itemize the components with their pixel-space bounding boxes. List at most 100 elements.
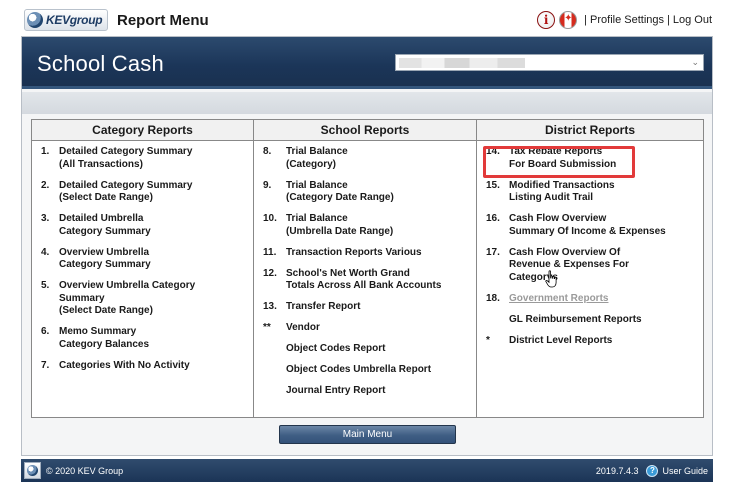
- report-number: 11.: [263, 246, 277, 258]
- report-label[interactable]: Modified Transactions Listing Audit Trai…: [509, 180, 615, 205]
- report-number: 1.: [41, 146, 50, 157]
- report-number: 4.: [41, 246, 50, 258]
- report-label[interactable]: Memo Summary Category Balances: [59, 326, 149, 351]
- separator: |: [584, 14, 588, 26]
- report-number: [263, 385, 286, 398]
- report-item[interactable]: 7. Categories With No Activity: [32, 360, 253, 373]
- report-item[interactable]: 4. Overview Umbrella Category Summary: [32, 247, 253, 272]
- report-number: 10.: [263, 213, 277, 224]
- school-report-list: 8. Trial Balance (Category) 9. Trial Balan…: [254, 141, 476, 398]
- main-menu-button[interactable]: Main Menu: [279, 425, 456, 444]
- footer: © 2020 KEV Group 2019.7.4.3 ? User Guide: [21, 459, 713, 482]
- report-label[interactable]: Trial Balance (Category Date Range): [286, 180, 394, 205]
- report-item[interactable]: 14. Tax Rebate Reports For Board Submissi…: [477, 146, 703, 171]
- report-number: 13.: [263, 301, 277, 312]
- report-item[interactable]: 13. Transfer Report: [254, 301, 476, 314]
- report-number: 18.: [486, 292, 500, 304]
- category-report-list: 1. Detailed Category Summary (All Transac…: [32, 141, 253, 372]
- page-title: Report Menu: [117, 12, 209, 29]
- report-label[interactable]: Overview Umbrella Category Summary (Sele…: [59, 280, 195, 318]
- report-label[interactable]: Trial Balance (Category): [286, 146, 348, 171]
- report-item[interactable]: 16. Cash Flow Overview Summary Of Income …: [477, 213, 703, 238]
- report-item[interactable]: 5. Overview Umbrella Category Summary (Se…: [32, 280, 253, 318]
- report-item[interactable]: 9. Trial Balance (Category Date Range): [254, 180, 476, 205]
- school-reports-header: School Reports: [254, 120, 476, 141]
- report-number: *: [486, 334, 490, 346]
- profile-settings-link[interactable]: Profile Settings: [590, 14, 664, 26]
- report-label[interactable]: Tax Rebate Reports For Board Submission: [509, 146, 616, 171]
- report-label[interactable]: Detailed Category Summary (All Transacti…: [59, 146, 192, 171]
- report-label[interactable]: GL Reimbursement Reports: [509, 314, 642, 327]
- report-label[interactable]: Journal Entry Report: [286, 385, 385, 398]
- report-item[interactable]: ** Vendor: [254, 322, 476, 335]
- kevgroup-logo-icon: [27, 12, 43, 28]
- report-item[interactable]: 8. Trial Balance (Category): [254, 146, 476, 171]
- help-icon[interactable]: ?: [646, 464, 659, 477]
- chevron-down-icon: ⌄: [691, 57, 699, 67]
- report-item[interactable]: 6. Memo Summary Category Balances: [32, 326, 253, 351]
- report-item[interactable]: 11. Transaction Reports Various: [254, 247, 476, 260]
- report-item[interactable]: 17. Cash Flow Overview Of Revenue & Expen…: [477, 247, 703, 285]
- report-item[interactable]: 3. Detailed Umbrella Category Summary: [32, 213, 253, 238]
- report-number: 17.: [486, 246, 500, 258]
- report-item[interactable]: 15. Modified Transactions Listing Audit T…: [477, 180, 703, 205]
- top-bar: KEVgroup Report Menu i | Profile Setting…: [0, 0, 739, 38]
- category-reports-column: Category Reports 1. Detailed Category Sum…: [32, 120, 254, 417]
- report-item[interactable]: 1. Detailed Category Summary (All Transac…: [32, 146, 253, 171]
- report-label[interactable]: Object Codes Umbrella Report: [286, 364, 431, 377]
- canada-flag-icon[interactable]: [559, 11, 578, 29]
- report-item[interactable]: 10. Trial Balance (Umbrella Date Range): [254, 213, 476, 238]
- report-label[interactable]: District Level Reports: [509, 335, 612, 348]
- report-label[interactable]: Detailed Umbrella Category Summary: [59, 213, 151, 238]
- report-item[interactable]: 2. Detailed Category Summary (Select Date…: [32, 180, 253, 205]
- kevgroup-logo[interactable]: KEVgroup: [24, 9, 108, 31]
- report-item[interactable]: Journal Entry Report: [254, 385, 476, 398]
- report-label[interactable]: Transaction Reports Various: [286, 247, 422, 260]
- kevgroup-footer-logo-icon: [24, 462, 41, 479]
- school-reports-column: School Reports 8. Trial Balance (Category…: [254, 120, 477, 417]
- report-number: 3.: [41, 213, 50, 224]
- log-out-link[interactable]: Log Out: [673, 14, 712, 26]
- report-item[interactable]: 12. School's Net Worth Grand Totals Acros…: [254, 268, 476, 293]
- user-guide-link[interactable]: User Guide: [662, 466, 708, 476]
- report-item[interactable]: 18. Government Reports: [477, 293, 703, 306]
- report-label[interactable]: Cash Flow Overview Of Revenue & Expenses…: [509, 247, 629, 285]
- government-reports-link[interactable]: Government Reports: [509, 293, 608, 306]
- version-text: 2019.7.4.3: [595, 465, 639, 476]
- category-reports-header: Category Reports: [32, 120, 253, 141]
- report-number: 2.: [41, 179, 50, 191]
- report-label[interactable]: Transfer Report: [286, 301, 360, 314]
- report-number: **: [263, 322, 271, 333]
- report-number: 12.: [263, 267, 277, 279]
- school-select-redacted-value: [399, 58, 525, 68]
- report-number: [263, 343, 286, 356]
- info-icon[interactable]: i: [537, 11, 556, 29]
- report-label[interactable]: Trial Balance (Umbrella Date Range): [286, 213, 393, 238]
- report-label[interactable]: Cash Flow Overview Summary Of Income & E…: [509, 213, 666, 238]
- main-frame: School Cash ⌄ Category Reports 1. Detaile…: [21, 36, 713, 456]
- report-label[interactable]: Categories With No Activity: [59, 360, 190, 373]
- reports-table: Category Reports 1. Detailed Category Sum…: [31, 119, 704, 418]
- report-label[interactable]: School's Net Worth Grand Totals Across A…: [286, 268, 441, 293]
- district-reports-header: District Reports: [477, 120, 703, 141]
- logo-text: KEVgroup: [46, 13, 103, 27]
- report-number: 15.: [486, 179, 500, 191]
- district-report-list: 14. Tax Rebate Reports For Board Submissi…: [477, 141, 703, 347]
- report-label[interactable]: Object Codes Report: [286, 343, 385, 356]
- report-number: 14.: [486, 146, 500, 157]
- report-item[interactable]: * District Level Reports: [477, 335, 703, 348]
- separator: |: [667, 14, 670, 26]
- top-right-links: i | Profile Settings | Log Out: [537, 11, 712, 29]
- copyright-text: © 2020 KEV Group: [46, 465, 124, 476]
- report-label[interactable]: Overview Umbrella Category Summary: [59, 247, 151, 272]
- report-item[interactable]: Object Codes Umbrella Report: [254, 364, 476, 377]
- school-select[interactable]: ⌄: [395, 54, 704, 71]
- app-header: School Cash ⌄: [22, 37, 712, 89]
- sub-header-bar: [22, 92, 712, 114]
- report-item[interactable]: GL Reimbursement Reports: [477, 314, 703, 327]
- report-label[interactable]: Vendor: [286, 322, 320, 335]
- report-number: 16.: [486, 213, 500, 224]
- report-number: 8.: [263, 146, 272, 157]
- report-item[interactable]: Object Codes Report: [254, 343, 476, 356]
- report-label[interactable]: Detailed Category Summary (Select Date R…: [59, 180, 192, 205]
